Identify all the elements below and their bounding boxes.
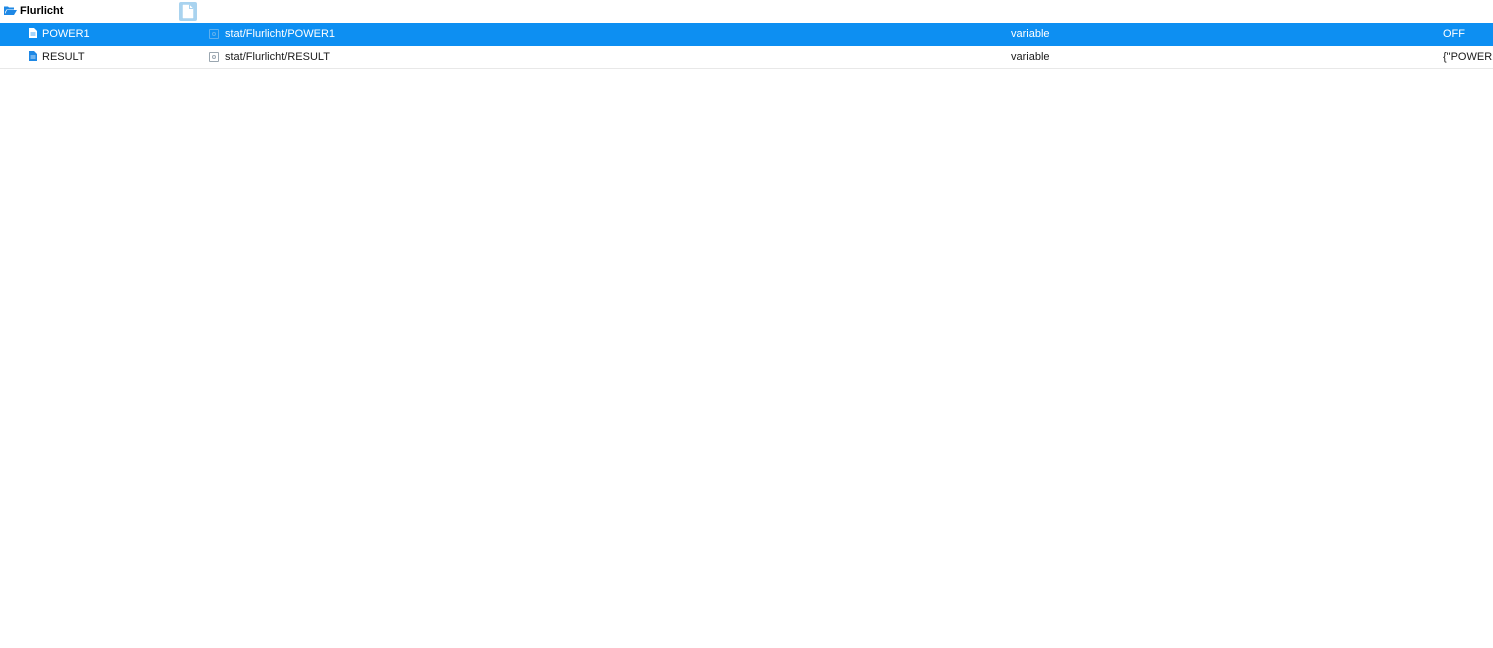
file-icon [29,28,37,38]
state-row[interactable]: RESULT stat/Flurlicht/RESULT variable {"… [0,46,1493,69]
state-value: OFF [1443,28,1465,40]
state-name: RESULT [42,51,85,63]
folder-name: Flurlicht [20,5,64,17]
folder-row-flurlicht[interactable]: Flurlicht [0,0,1493,23]
copy-button[interactable] [179,2,197,21]
state-type: variable [1011,51,1050,63]
state-name: POWER1 [42,28,90,40]
state-type: variable [1011,28,1050,40]
folder-open-icon [4,6,17,15]
topic-icon [209,29,219,39]
state-topic: stat/Flurlicht/RESULT [225,51,330,63]
object-tree: Flurlicht POWER1 stat/Flurlicht/POWER1 v… [0,0,1493,69]
topic-icon [209,52,219,62]
state-value: {"POWER1 [1443,51,1493,63]
state-row[interactable]: POWER1 stat/Flurlicht/POWER1 variable OF… [0,23,1493,46]
file-icon [29,51,37,61]
copy-icon [182,4,194,19]
state-topic: stat/Flurlicht/POWER1 [225,28,336,40]
